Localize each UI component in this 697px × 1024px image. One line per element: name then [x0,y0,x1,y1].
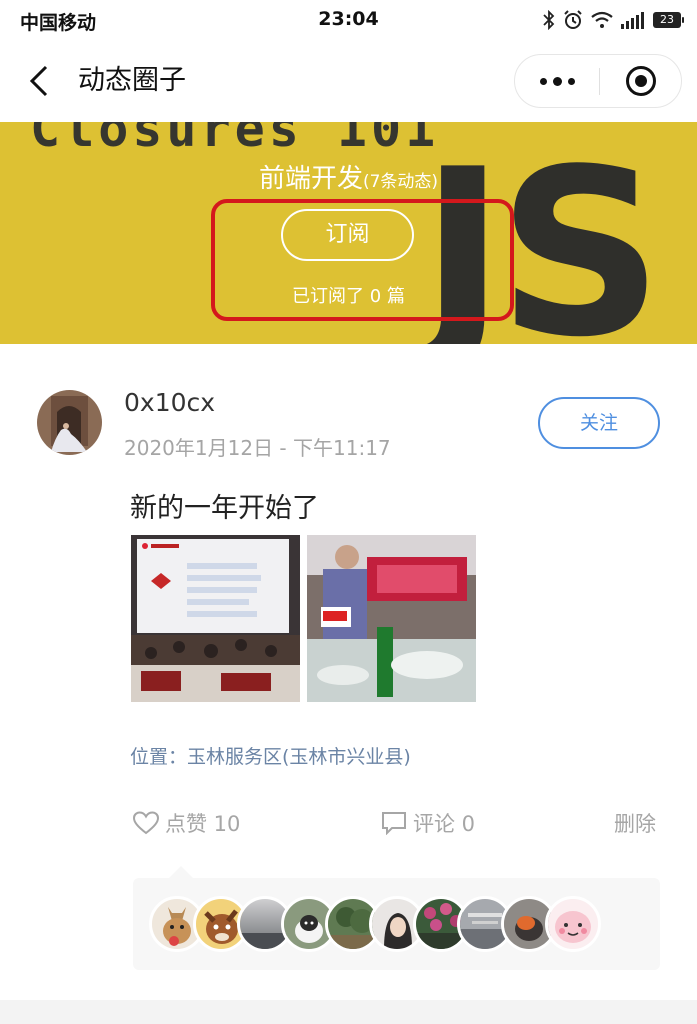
avatar[interactable] [37,390,102,455]
post-photo[interactable] [131,535,300,702]
post-card: 0x10cx 2020年1月12日 - 下午11:17 关注 新的一年开始了 位… [0,344,697,1000]
more-dot-icon [552,76,562,86]
post-location[interactable]: 位置：玉林服务区(玉林市兴业县) [130,742,411,769]
more-dot-icon [567,77,575,85]
post-timestamp: 2020年1月12日 - 下午11:17 [124,436,391,460]
target-icon [626,66,656,96]
chevron-left-icon [29,65,48,97]
status-icons: 23 [543,7,684,33]
wifi-icon [591,11,613,28]
battery-icon: 23 [653,12,684,28]
next-post-separator [0,1000,697,1024]
comment-icon [382,812,406,835]
miniprogram-capsule [514,54,682,108]
close-miniprogram-button[interactable] [600,55,682,107]
page-title: 动态圈子 [78,65,186,96]
like-button[interactable]: 点赞 10 [133,808,240,838]
post-count: (7条动态) [362,172,439,192]
heart-icon [133,811,159,835]
highlight-annotation [211,199,514,321]
circle-name: 前端开发 [258,164,363,194]
like-count: 点赞 10 [165,812,241,836]
comment-count: 评论 0 [413,812,476,836]
circle-title: 前端开发(7条动态) [0,158,697,195]
more-dot-icon [539,77,547,85]
post-content: 新的一年开始了 [130,493,319,524]
back-button[interactable] [22,62,56,100]
more-button[interactable] [515,55,599,107]
delete-button[interactable]: 删除 [614,808,656,838]
bluetooth-icon [543,10,555,30]
banner-background-text: Closures 101 [30,122,440,158]
comment-button[interactable]: 评论 0 [381,808,475,838]
likers-list [133,866,660,970]
nav-bar: 动态圈子 [0,40,697,122]
post-photo[interactable] [307,535,476,702]
liker-avatar[interactable] [545,896,601,952]
status-bar: 中国移动 23:04 23 [0,0,697,40]
circle-banner: Closures 101 JS 前端开发(7条动态) 订阅 已订阅了 0 篇 [0,122,697,344]
alarm-icon [564,10,582,29]
follow-button[interactable]: 关注 [538,397,660,449]
signal-icon [621,12,644,29]
username[interactable]: 0x10cx [124,388,215,417]
